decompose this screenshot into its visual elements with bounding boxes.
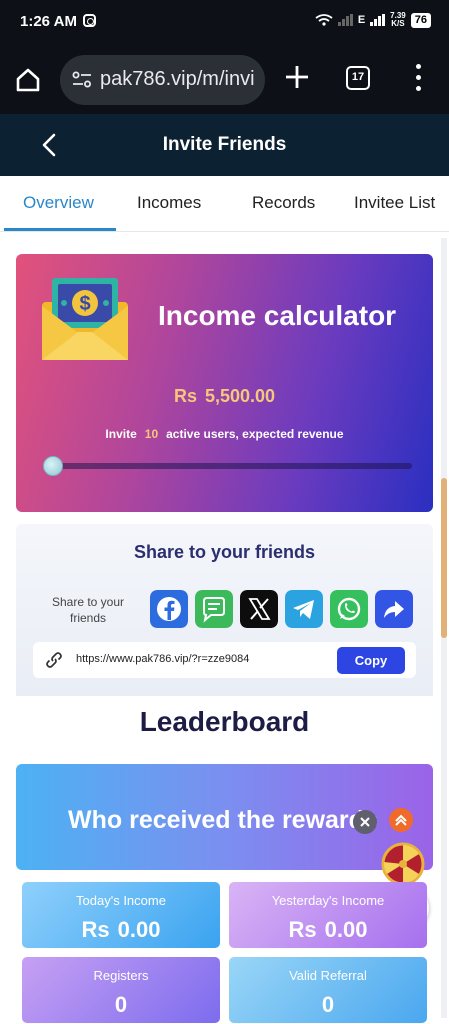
scroll-top-icon[interactable]	[389, 808, 413, 832]
amount-currency: Rs	[173, 386, 197, 406]
active-tab-indicator	[4, 228, 116, 231]
wifi-icon	[315, 14, 333, 26]
status-time: 1:26 AM	[20, 13, 77, 30]
tab-bar: Overview Incomes Records Invitee List	[0, 176, 449, 232]
stat-amount: 0.00	[117, 917, 161, 942]
registers-card: Registers 0	[22, 957, 220, 1023]
instagram-notification-icon	[83, 14, 96, 27]
stat-currency: Rs	[81, 917, 110, 942]
x-icon[interactable]	[240, 590, 278, 628]
rewards-banner: Who received the rewards	[16, 764, 433, 870]
battery-icon: 76	[410, 12, 431, 28]
status-indicators: E 7.39 K/S 76	[315, 12, 431, 28]
scrollbar-thumb[interactable]	[441, 478, 447, 638]
invite-slider-handle[interactable]	[43, 456, 64, 476]
new-tab-icon[interactable]	[284, 64, 310, 90]
close-icon[interactable]	[353, 810, 377, 834]
stat-value: 0	[321, 992, 335, 1017]
browser-toolbar: pak786.vip/m/invi 17	[0, 44, 449, 114]
money-envelope-icon: $	[42, 278, 128, 360]
stat-label: Registers	[93, 968, 149, 983]
invite-slider-track[interactable]	[46, 463, 412, 469]
tab-incomes[interactable]: Incomes	[137, 193, 201, 213]
home-icon[interactable]	[14, 66, 42, 94]
signal-icon	[337, 14, 353, 26]
forward-icon[interactable]	[375, 590, 413, 628]
whatsapp-icon[interactable]	[330, 590, 368, 628]
invite-count: 10	[144, 427, 159, 441]
leaderboard-title: Leaderboard	[139, 706, 310, 737]
app-header: Invite Friends	[0, 114, 449, 176]
stat-currency: Rs	[288, 917, 317, 942]
invite-prefix: Invite	[105, 427, 137, 441]
signal-icon-2	[370, 14, 386, 26]
stat-label: Yesterday's Income	[271, 893, 385, 908]
svg-text:$: $	[79, 293, 90, 315]
share-card: Share to your friends Share to your frie…	[16, 524, 433, 696]
address-bar[interactable]: pak786.vip/m/invi	[60, 55, 265, 105]
todays-income-card: Today's Income Rs 0.00	[22, 882, 220, 948]
invite-suffix: active users, expected revenue	[166, 427, 344, 441]
stat-value: Rs 0.00	[22, 917, 220, 943]
facebook-icon[interactable]	[150, 590, 188, 628]
invite-link: https://www.pak786.vip/?r=zze9084	[76, 653, 250, 665]
tab-invitee-list[interactable]: Invitee List	[354, 193, 435, 213]
status-bar: 1:26 AM E 7.39 K/S 76	[0, 0, 449, 44]
link-icon	[46, 652, 62, 668]
speed-unit: K/S	[391, 19, 405, 28]
url-text: pak786.vip/m/invi	[100, 68, 255, 90]
telegram-icon[interactable]	[285, 590, 323, 628]
page-title: Invite Friends	[162, 134, 287, 155]
invite-link-box: https://www.pak786.vip/?r=zze9084 Copy	[33, 642, 416, 678]
rewards-banner-text: Who received the rewards	[68, 806, 378, 834]
tab-overview[interactable]: Overview	[23, 193, 94, 213]
copy-button[interactable]: Copy	[337, 647, 405, 674]
stat-value: 0	[114, 992, 128, 1017]
stat-amount: 0.00	[324, 917, 368, 942]
sms-icon[interactable]	[195, 590, 233, 628]
stat-label: Today's Income	[76, 893, 166, 908]
yesterdays-income-card: Yesterday's Income Rs 0.00	[229, 882, 427, 948]
stat-value: Rs 0.00	[229, 917, 427, 943]
network-speed: 7.39 K/S	[390, 12, 406, 28]
invite-note: Invite 10 active users, expected revenue	[16, 427, 433, 441]
tab-records[interactable]: Records	[252, 193, 315, 213]
expected-amount: Rs 5,500.00	[16, 386, 433, 407]
site-settings-icon[interactable]	[72, 71, 92, 89]
network-type: E	[357, 14, 366, 26]
tab-switcher-button[interactable]: 17	[346, 66, 370, 90]
calculator-title: Income calculator	[158, 300, 397, 331]
stat-label: Valid Referral	[289, 968, 367, 983]
share-title: Share to your friends	[133, 542, 316, 562]
income-calculator-card: $ Income calculator Rs 5,500.00 Invite 10 a…	[16, 254, 433, 512]
valid-referral-card: Valid Referral 0	[229, 957, 427, 1023]
share-label: Share to your friends	[51, 595, 125, 625]
amount-value: 5,500.00	[204, 386, 276, 406]
more-menu-icon[interactable]	[410, 64, 426, 92]
